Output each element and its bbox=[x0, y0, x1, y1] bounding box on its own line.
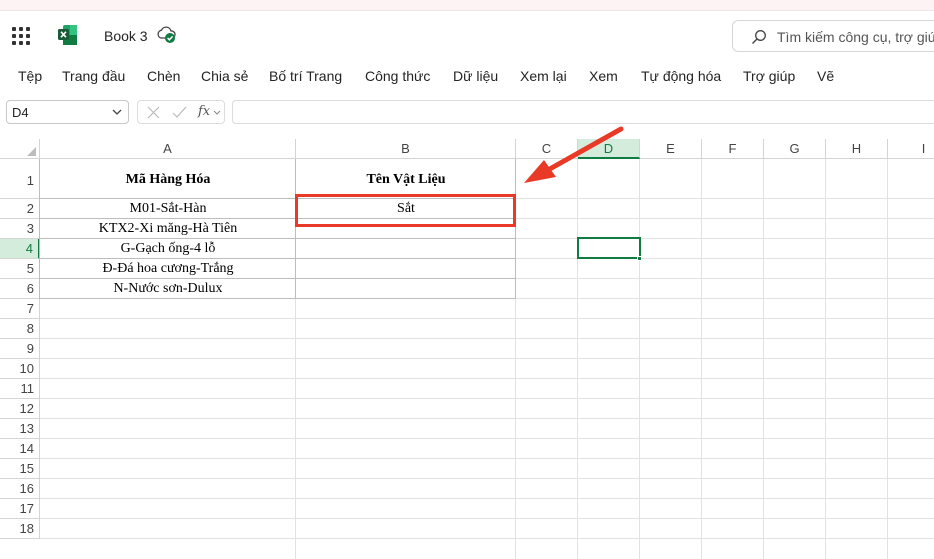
annotation-arrow bbox=[524, 126, 624, 183]
